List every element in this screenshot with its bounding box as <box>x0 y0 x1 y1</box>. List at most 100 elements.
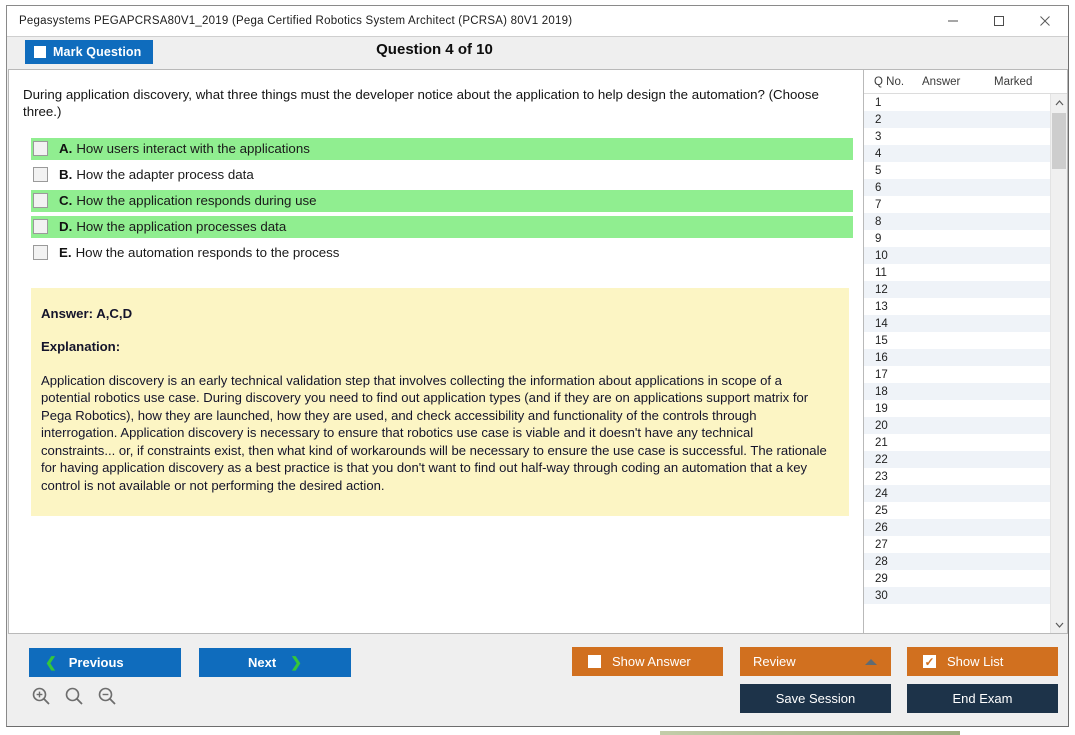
maximize-button[interactable] <box>976 6 1022 36</box>
scrollbar-thumb[interactable] <box>1052 113 1066 169</box>
question-list-header: Q No. Answer Marked <box>864 70 1067 94</box>
review-label: Review <box>753 654 796 669</box>
question-list-row[interactable]: 13 <box>864 298 1050 315</box>
question-list-row[interactable]: 11 <box>864 264 1050 281</box>
next-button[interactable]: Next ❯ <box>199 648 351 677</box>
answer-option-d[interactable]: D. How the application processes data <box>31 216 853 238</box>
question-list-number: 24 <box>864 488 922 500</box>
answer-option-letter: A. <box>59 141 72 156</box>
question-list-row[interactable]: 2 <box>864 111 1050 128</box>
question-list-number: 11 <box>864 267 922 279</box>
show-answer-label: Show Answer <box>612 654 691 669</box>
zoom-reset-icon[interactable] <box>64 686 84 711</box>
answer-option-letter: D. <box>59 219 72 234</box>
minimize-button[interactable] <box>930 6 976 36</box>
question-list-panel: Q No. Answer Marked 12345678910111213141… <box>863 69 1068 634</box>
column-header-answer: Answer <box>922 76 994 88</box>
scroll-down-arrow-icon[interactable] <box>1051 616 1067 633</box>
question-list-row[interactable]: 20 <box>864 417 1050 434</box>
question-list-scrollbar[interactable] <box>1050 94 1067 633</box>
question-list-number: 25 <box>864 505 922 517</box>
answer-option-b[interactable]: B.How the adapter process data <box>31 164 853 186</box>
answer-option-text: How the automation responds to the proce… <box>76 245 340 260</box>
question-list-number: 15 <box>864 335 922 347</box>
question-list-row[interactable]: 5 <box>864 162 1050 179</box>
answer-option-letter: C. <box>59 193 72 208</box>
question-list-row[interactable]: 7 <box>864 196 1050 213</box>
question-list-number: 16 <box>864 352 922 364</box>
question-list-row[interactable]: 8 <box>864 213 1050 230</box>
maximize-icon <box>993 15 1005 27</box>
answer-option-checkbox[interactable] <box>33 167 48 182</box>
answer-option-e[interactable]: E.How the automation responds to the pro… <box>31 242 853 264</box>
question-list-number: 20 <box>864 420 922 432</box>
minimize-icon <box>947 15 959 27</box>
explanation-body: Application discovery is an early techni… <box>41 372 829 495</box>
desktop-background-sliver <box>660 731 960 735</box>
question-list-number: 3 <box>864 131 922 143</box>
question-list-number: 23 <box>864 471 922 483</box>
question-list-number: 6 <box>864 182 922 194</box>
review-dropdown[interactable]: Review <box>740 647 891 676</box>
answer-option-checkbox[interactable] <box>33 141 48 156</box>
question-list-row[interactable]: 12 <box>864 281 1050 298</box>
question-list-number: 30 <box>864 590 922 602</box>
previous-button[interactable]: ❮ Previous <box>29 648 181 677</box>
question-list-row[interactable]: 16 <box>864 349 1050 366</box>
chevron-up-icon <box>865 659 877 665</box>
save-session-button[interactable]: Save Session <box>740 684 891 713</box>
show-answer-toggle[interactable]: Show Answer <box>572 647 723 676</box>
answer-option-c[interactable]: C. How the application responds during us… <box>31 190 853 212</box>
answer-option-text: How the application processes data <box>76 219 286 234</box>
question-list-row[interactable]: 23 <box>864 468 1050 485</box>
answer-option-a[interactable]: A. How users interact with the applicatio… <box>31 138 853 160</box>
question-text: During application discovery, what three… <box>9 70 863 121</box>
question-list-number: 8 <box>864 216 922 228</box>
question-list-number: 28 <box>864 556 922 568</box>
question-list-row[interactable]: 1 <box>864 94 1050 111</box>
question-list-row[interactable]: 24 <box>864 485 1050 502</box>
exam-header: Mark Question Question 4 of 10 <box>7 37 1068 69</box>
previous-label: Previous <box>69 655 124 670</box>
question-list-number: 13 <box>864 301 922 313</box>
question-list-row[interactable]: 17 <box>864 366 1050 383</box>
answer-option-checkbox[interactable] <box>33 193 48 208</box>
answer-key: Answer: A,C,D <box>41 306 829 321</box>
answer-options-list: A. How users interact with the applicatio… <box>9 138 863 264</box>
answer-option-checkbox[interactable] <box>33 245 48 260</box>
window-controls <box>930 6 1068 36</box>
question-list-row[interactable]: 27 <box>864 536 1050 553</box>
show-list-toggle[interactable]: ✓ Show List <box>907 647 1058 676</box>
scroll-up-arrow-icon[interactable] <box>1051 94 1067 111</box>
close-button[interactable] <box>1022 6 1068 36</box>
question-list-number: 18 <box>864 386 922 398</box>
question-list-row[interactable]: 29 <box>864 570 1050 587</box>
question-list-row[interactable]: 30 <box>864 587 1050 604</box>
show-answer-checkbox-icon <box>588 655 601 668</box>
app-root: Pegasystems PEGAPCRSA80V1_2019 (Pega Cer… <box>0 0 1075 735</box>
zoom-out-icon[interactable] <box>97 686 117 711</box>
question-list-row[interactable]: 6 <box>864 179 1050 196</box>
question-list-row[interactable]: 18 <box>864 383 1050 400</box>
question-list-row[interactable]: 3 <box>864 128 1050 145</box>
zoom-in-icon[interactable] <box>31 686 51 711</box>
question-list-row[interactable]: 4 <box>864 145 1050 162</box>
show-list-label: Show List <box>947 654 1003 669</box>
question-list-scroll-area: 1234567891011121314151617181920212223242… <box>864 94 1067 633</box>
question-list-row[interactable]: 21 <box>864 434 1050 451</box>
window-titlebar: Pegasystems PEGAPCRSA80V1_2019 (Pega Cer… <box>7 6 1068 36</box>
answer-option-text: How the application responds during use <box>76 193 316 208</box>
question-list-row[interactable]: 15 <box>864 332 1050 349</box>
answer-option-checkbox[interactable] <box>33 219 48 234</box>
end-exam-button[interactable]: End Exam <box>907 684 1058 713</box>
question-list-row[interactable]: 19 <box>864 400 1050 417</box>
question-list-row[interactable]: 28 <box>864 553 1050 570</box>
answer-option-text: How users interact with the applications <box>76 141 310 156</box>
question-list-row[interactable]: 14 <box>864 315 1050 332</box>
question-list-row[interactable]: 25 <box>864 502 1050 519</box>
question-list-row[interactable]: 9 <box>864 230 1050 247</box>
question-list-row[interactable]: 22 <box>864 451 1050 468</box>
question-list-row[interactable]: 10 <box>864 247 1050 264</box>
question-list-row[interactable]: 26 <box>864 519 1050 536</box>
column-header-marked: Marked <box>994 76 1067 88</box>
